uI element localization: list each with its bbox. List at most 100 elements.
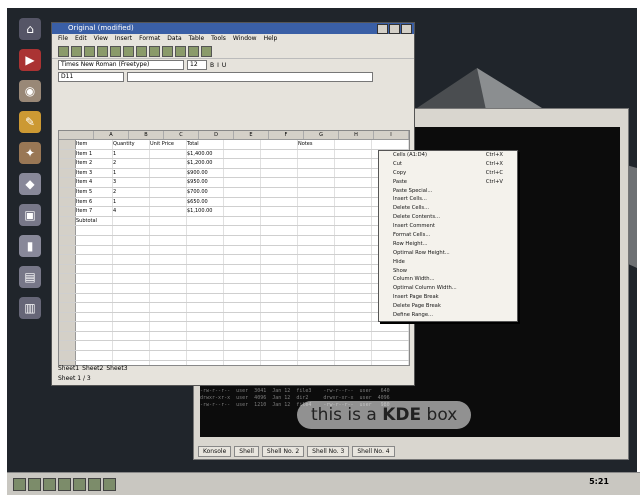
table-cell[interactable] xyxy=(372,351,409,360)
menu-insert[interactable]: Insert xyxy=(115,34,132,44)
bold-icon[interactable]: B xyxy=(210,62,214,69)
table-cell[interactable] xyxy=(150,197,187,207)
table-cell[interactable] xyxy=(335,274,372,283)
table-cell[interactable] xyxy=(113,331,150,341)
table-cell[interactable] xyxy=(261,283,298,293)
table-cell[interactable] xyxy=(261,312,298,322)
table-cell[interactable] xyxy=(150,149,187,159)
table-cell[interactable]: Unit Price xyxy=(150,140,187,149)
sort-icon[interactable] xyxy=(175,45,186,57)
row-number[interactable] xyxy=(59,235,76,245)
table-cell[interactable] xyxy=(335,235,372,245)
context-menu-item[interactable]: Define Range... xyxy=(379,311,517,320)
table-cell[interactable] xyxy=(261,360,298,365)
table-cell[interactable] xyxy=(335,187,372,197)
table-cell[interactable] xyxy=(224,207,261,216)
spreadsheet-window[interactable]: Original (modified) File Edit View Inser… xyxy=(51,22,415,386)
table-cell[interactable] xyxy=(113,322,150,331)
star-icon[interactable]: ✦ xyxy=(19,142,41,164)
menu-window[interactable]: Window xyxy=(233,34,257,44)
table-cell[interactable]: Item 4 xyxy=(76,178,113,187)
context-menu-item[interactable]: Cells (A1:D4) Ctrl+X xyxy=(379,151,517,160)
table-cell[interactable] xyxy=(261,293,298,303)
table-cell[interactable] xyxy=(335,159,372,168)
table-cell[interactable] xyxy=(372,331,409,341)
table-cell[interactable]: Item 7 xyxy=(76,207,113,216)
table-cell[interactable] xyxy=(224,149,261,159)
table-cell[interactable] xyxy=(298,303,335,312)
konsole-tab[interactable]: Konsole xyxy=(198,446,232,457)
row-number[interactable] xyxy=(59,149,76,159)
table-cell[interactable] xyxy=(113,283,150,293)
row-number[interactable] xyxy=(59,283,76,293)
table-cell[interactable] xyxy=(224,264,261,274)
chart-icon[interactable] xyxy=(188,45,199,57)
table-cell[interactable] xyxy=(298,207,335,216)
table-cell[interactable] xyxy=(76,255,113,264)
table-cell[interactable] xyxy=(76,274,113,283)
table-cell[interactable] xyxy=(261,235,298,245)
table-cell[interactable]: Quantity xyxy=(113,140,150,149)
table-cell[interactable] xyxy=(113,226,150,235)
table-cell[interactable] xyxy=(76,264,113,274)
col-header[interactable]: D xyxy=(199,131,234,139)
table-cell[interactable] xyxy=(113,245,150,255)
table-cell[interactable] xyxy=(298,351,335,360)
context-menu-item[interactable]: Cut Ctrl+X xyxy=(379,160,517,169)
table-cell[interactable] xyxy=(76,322,113,331)
table-cell[interactable] xyxy=(187,235,224,245)
sheet-tab[interactable]: Sheet3 xyxy=(106,365,127,373)
underline-icon[interactable]: U xyxy=(222,62,226,69)
konsole-tab[interactable]: Shell No. 4 xyxy=(352,446,395,457)
table-cell[interactable] xyxy=(335,149,372,159)
table-cell[interactable]: 3 xyxy=(113,178,150,187)
table-cell[interactable] xyxy=(261,274,298,283)
table-cell[interactable] xyxy=(335,178,372,187)
col-header[interactable]: F xyxy=(269,131,304,139)
table-cell[interactable] xyxy=(372,341,409,351)
table-cell[interactable] xyxy=(372,322,409,331)
table-cell[interactable] xyxy=(113,351,150,360)
table-cell[interactable] xyxy=(261,187,298,197)
col-header[interactable]: E xyxy=(234,131,269,139)
row-number[interactable] xyxy=(59,226,76,235)
table-cell[interactable]: 1 xyxy=(113,149,150,159)
table-cell[interactable] xyxy=(261,140,298,149)
table-cell[interactable] xyxy=(261,303,298,312)
table-cell[interactable] xyxy=(224,168,261,178)
context-menu-item[interactable]: Optimal Row Height... xyxy=(379,249,517,258)
open-icon[interactable] xyxy=(71,45,82,57)
formula-input[interactable] xyxy=(127,72,373,82)
table-cell[interactable] xyxy=(372,140,409,149)
table-cell[interactable] xyxy=(335,140,372,149)
table-cell[interactable] xyxy=(224,322,261,331)
menu-file[interactable]: File xyxy=(58,34,68,44)
table-cell[interactable] xyxy=(150,187,187,197)
menu-table[interactable]: Table xyxy=(189,34,205,44)
table-cell[interactable] xyxy=(187,351,224,360)
maximize-button[interactable] xyxy=(389,24,400,34)
table-cell[interactable] xyxy=(298,187,335,197)
table-cell[interactable] xyxy=(224,293,261,303)
browser-icon[interactable] xyxy=(58,477,71,491)
row-number[interactable] xyxy=(59,312,76,322)
menu-format[interactable]: Format xyxy=(139,34,160,44)
row-number[interactable] xyxy=(59,140,76,149)
table-cell[interactable]: 2 xyxy=(113,159,150,168)
context-menu-item[interactable]: Column Width... xyxy=(379,275,517,284)
context-menu-item[interactable]: Insert Cells... xyxy=(379,195,517,204)
table-cell[interactable] xyxy=(298,235,335,245)
table-cell[interactable]: Item 5 xyxy=(76,187,113,197)
col-header[interactable]: B xyxy=(129,131,164,139)
row-number[interactable] xyxy=(59,187,76,197)
table-cell[interactable] xyxy=(335,303,372,312)
row-number[interactable] xyxy=(59,168,76,178)
table-cell[interactable]: $650.00 xyxy=(187,197,224,207)
table-cell[interactable] xyxy=(76,331,113,341)
table-cell[interactable] xyxy=(298,245,335,255)
col-header[interactable] xyxy=(59,131,94,139)
table-cell[interactable] xyxy=(298,226,335,235)
row-number[interactable] xyxy=(59,264,76,274)
table-cell[interactable] xyxy=(187,341,224,351)
table-cell[interactable] xyxy=(335,197,372,207)
